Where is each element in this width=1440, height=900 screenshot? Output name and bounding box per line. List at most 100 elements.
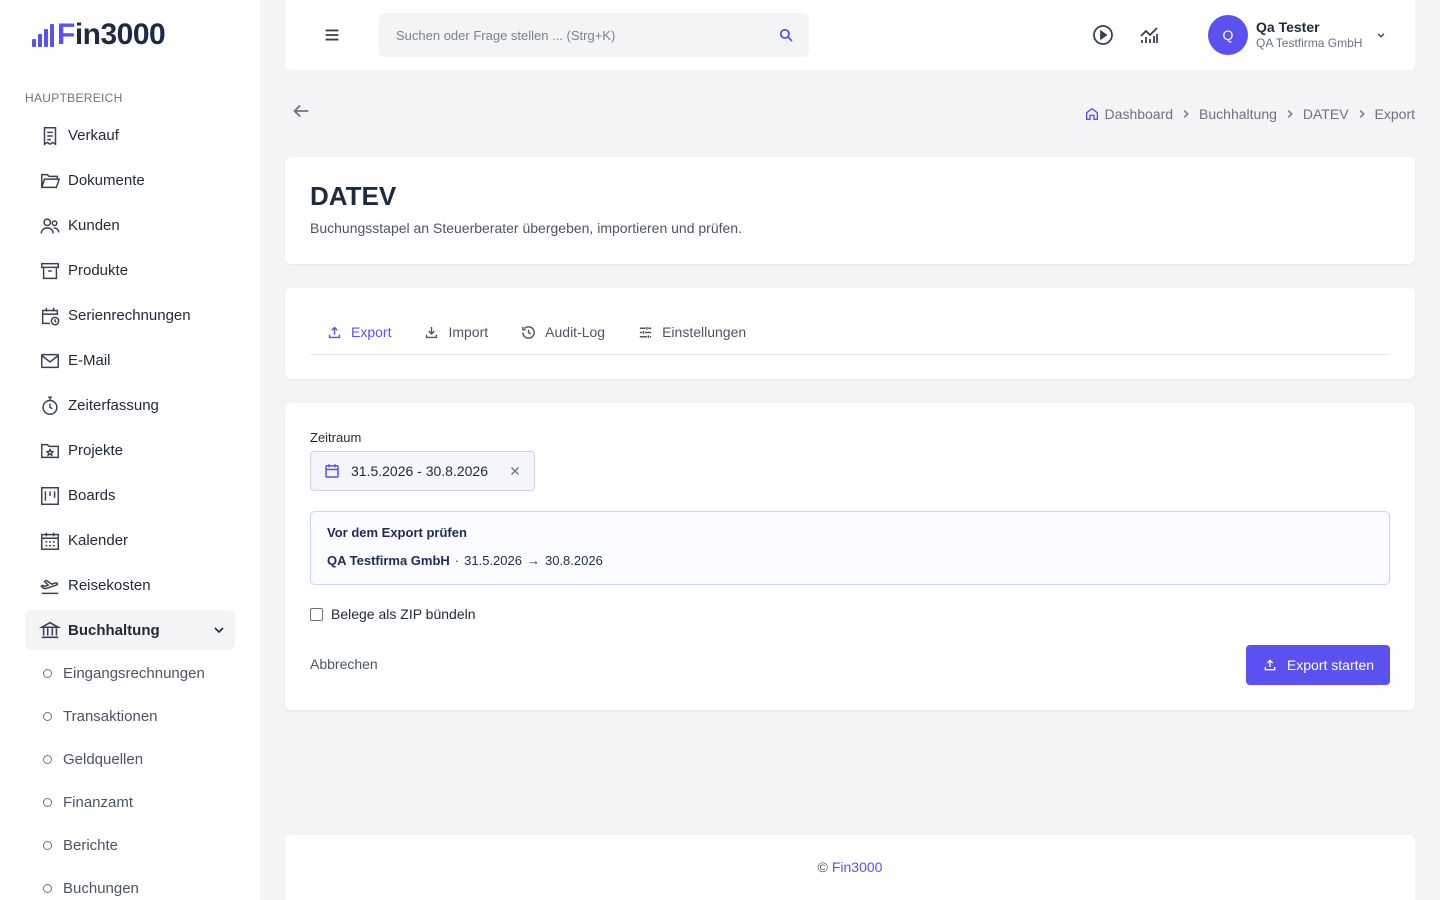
user-name: Qa Tester xyxy=(1256,19,1320,35)
sidebar-item-reisekosten[interactable]: Reisekosten xyxy=(25,563,235,608)
search-icon[interactable] xyxy=(777,26,795,44)
sidebar-item-label: Reisekosten xyxy=(68,577,151,594)
date-range-picker[interactable]: 31.5.2026 - 30.8.2026 xyxy=(310,451,535,491)
sidebar-item-kalender[interactable]: Kalender xyxy=(25,518,235,563)
logo-text: Fin3000 xyxy=(57,18,166,51)
zip-checkbox[interactable] xyxy=(310,607,323,621)
sidebar-item-projekte[interactable]: Projekte xyxy=(25,428,235,473)
info-separator: · xyxy=(454,553,460,568)
sidebar-item-dokumente[interactable]: Dokumente xyxy=(25,158,235,203)
info-summary: QA Testfirma GmbH · 31.5.2026 → 30.8.202… xyxy=(327,553,603,568)
sidebar-subitem-label: Eingangsrechnungen xyxy=(63,665,205,682)
sidebar-subitem-geldquellen[interactable]: Geldquellen xyxy=(25,738,235,781)
chevron-down-icon xyxy=(1378,33,1385,38)
sidebar-item-label: E-Mail xyxy=(68,352,111,369)
play-circle-icon[interactable] xyxy=(1091,23,1115,47)
info-company: QA Testfirma GmbH xyxy=(327,553,450,568)
tab-export[interactable]: Export xyxy=(310,311,407,353)
search-input[interactable] xyxy=(396,27,777,43)
user-company: QA Testfirma GmbH xyxy=(1256,36,1363,50)
info-start-date: 31.5.2026 xyxy=(464,553,522,568)
tab-einstellungen[interactable]: Einstellungen xyxy=(621,311,762,353)
chart-line-icon[interactable] xyxy=(1137,23,1161,47)
calendar-clock-icon xyxy=(41,307,60,325)
sidebar-item-label: Verkauf xyxy=(68,127,119,144)
sidebar-subitem-finanzamt[interactable]: Finanzamt xyxy=(25,781,235,824)
start-export-label: Export starten xyxy=(1286,657,1375,673)
info-title: Vor dem Export prüfen xyxy=(327,525,467,540)
circle-icon xyxy=(43,669,52,678)
zip-option[interactable]: Belege als ZIP bündeln xyxy=(310,606,476,622)
zip-checkbox-label: Belege als ZIP bündeln xyxy=(331,606,476,622)
tab-import[interactable]: Import xyxy=(407,311,504,353)
page-subtitle: Buchungsstapel an Steuerberater übergebe… xyxy=(310,220,742,236)
tab-label: Import xyxy=(448,324,489,340)
sidebar-item-kunden[interactable]: Kunden xyxy=(25,203,235,248)
back-arrow-icon[interactable] xyxy=(290,100,312,122)
sidebar-item-label: Serienrechnungen xyxy=(68,307,191,324)
sidebar-subitem-label: Berichte xyxy=(63,837,119,854)
info-arrow: → xyxy=(526,553,540,568)
sidebar-nav: Verkauf Dokumente Kunden Produkte Serien… xyxy=(25,113,235,653)
mail-icon xyxy=(41,353,59,368)
history-icon xyxy=(522,325,536,339)
page-title: DATEV xyxy=(310,181,397,211)
circle-icon xyxy=(43,884,52,893)
breadcrumb-buchhaltung[interactable]: Buchhaltung xyxy=(1199,106,1277,122)
avatar: Q xyxy=(1208,15,1248,55)
sidebar-item-label: Zeiterfassung xyxy=(68,397,159,414)
footer-link[interactable]: Fin3000 xyxy=(832,859,883,900)
circle-icon xyxy=(43,712,52,721)
close-icon[interactable] xyxy=(508,464,522,478)
archive-icon xyxy=(41,262,59,279)
upload-icon xyxy=(1264,659,1276,671)
sidebar-item-label: Buchhaltung xyxy=(68,621,160,639)
home-icon xyxy=(1085,107,1098,120)
sidebar-item-label: Projekte xyxy=(68,442,124,459)
footer: © Fin3000 xyxy=(285,835,1415,900)
kanban-icon xyxy=(41,486,59,505)
top-bar: Q Qa Tester QA Testfirma GmbH xyxy=(285,0,1415,70)
sidebar-item-serienrechnungen[interactable]: Serienrechnungen xyxy=(25,293,235,338)
circle-icon xyxy=(43,841,52,850)
export-form-card: Zeitraum 31.5.2026 - 30.8.2026 Vor dem E… xyxy=(285,403,1415,710)
menu-icon[interactable] xyxy=(321,24,343,46)
tab-audit-log[interactable]: Audit-Log xyxy=(504,311,621,353)
circle-icon xyxy=(43,798,52,807)
sidebar-subitem-buchungen[interactable]: Buchungen xyxy=(25,867,235,900)
chevron-down-icon xyxy=(214,627,224,634)
sidebar-item-buchhaltung[interactable]: Buchhaltung xyxy=(25,610,235,650)
sidebar-item-boards[interactable]: Boards xyxy=(25,473,235,518)
download-icon xyxy=(426,326,438,338)
breadcrumb-dashboard[interactable]: Dashboard xyxy=(1105,106,1174,122)
sidebar-item-email[interactable]: E-Mail xyxy=(25,338,235,383)
plane-departure-icon xyxy=(40,579,59,594)
sidebar-subitem-berichte[interactable]: Berichte xyxy=(25,824,235,867)
search-bar xyxy=(379,13,809,57)
upload-icon xyxy=(328,326,341,338)
user-menu[interactable]: Q Qa Tester QA Testfirma GmbH xyxy=(1208,15,1388,55)
sidebar-subitem-label: Geldquellen xyxy=(63,751,144,768)
sidebar: Fin3000 HAUPTBEREICH Verkauf Dokumente K… xyxy=(0,0,260,900)
sidebar-subitem-label: Finanzamt xyxy=(63,794,134,811)
tab-label: Export xyxy=(351,324,392,340)
breadcrumb-datev[interactable]: DATEV xyxy=(1303,106,1349,122)
users-icon xyxy=(40,217,60,233)
bank-icon xyxy=(39,621,61,639)
sidebar-subitem-label: Buchungen xyxy=(63,880,139,897)
tab-bar: Export Import Audit-Log Einstellungen xyxy=(310,311,1390,355)
sidebar-item-produkte[interactable]: Produkte xyxy=(25,248,235,293)
sidebar-item-zeiterfassung[interactable]: Zeiterfassung xyxy=(25,383,235,428)
chevron-right-icon xyxy=(1359,110,1365,118)
breadcrumb: Dashboard Buchhaltung DATEV Export xyxy=(1084,106,1415,122)
sidebar-subitem-transaktionen[interactable]: Transaktionen xyxy=(25,695,235,738)
cancel-button[interactable]: Abbrechen xyxy=(310,656,378,672)
start-export-button[interactable]: Export starten xyxy=(1246,645,1390,685)
sidebar-subitem-eingangsrechnungen[interactable]: Eingangsrechnungen xyxy=(25,652,235,695)
chevron-right-icon xyxy=(1287,110,1293,118)
sidebar-subnav: Eingangsrechnungen Transaktionen Geldque… xyxy=(25,652,235,900)
app-logo[interactable]: Fin3000 xyxy=(32,18,166,51)
sidebar-item-verkauf[interactable]: Verkauf xyxy=(25,113,235,158)
logo-bars-icon xyxy=(32,24,54,50)
sidebar-item-label: Dokumente xyxy=(68,172,145,189)
